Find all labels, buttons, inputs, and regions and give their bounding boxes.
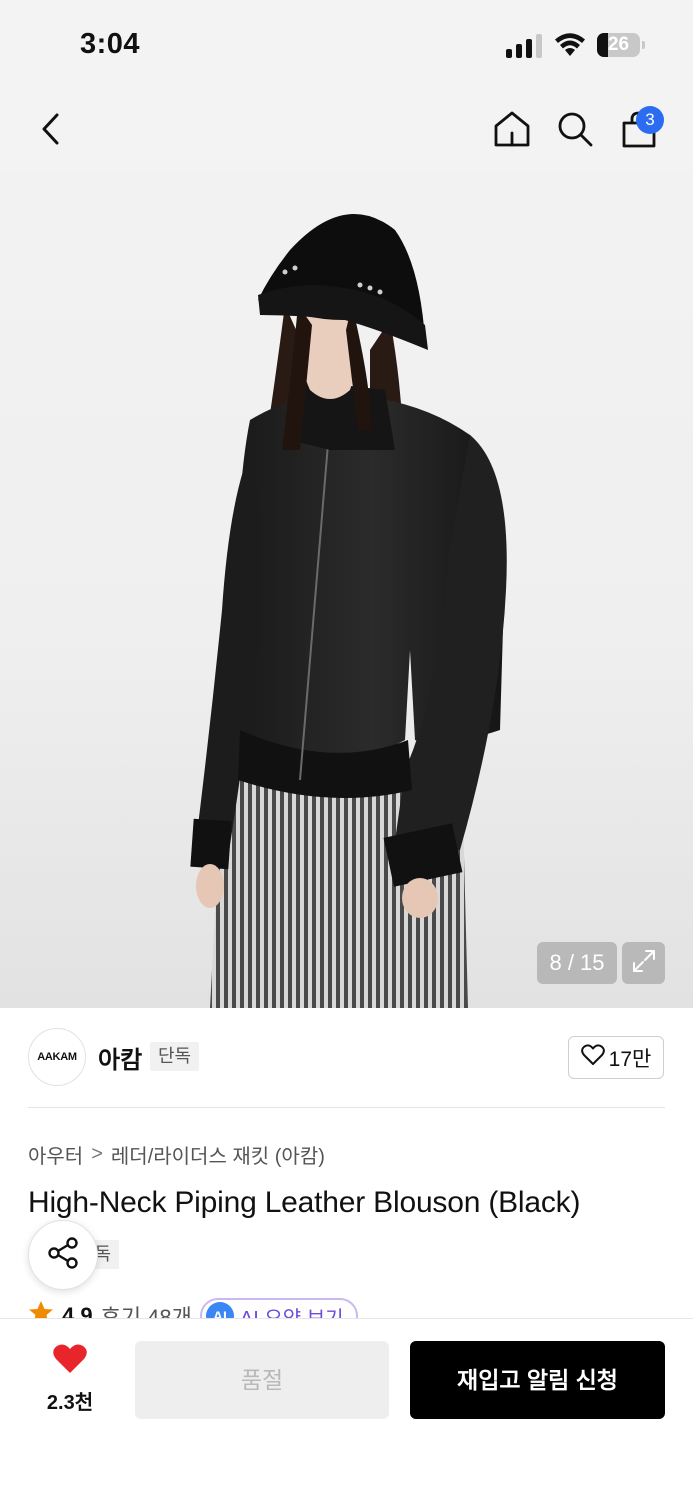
status-time: 3:04 [80,28,141,60]
wishlist-count: 2.3천 [46,1392,94,1414]
battery-percent: 26 [607,34,630,55]
brand-name[interactable]: 아캄 [98,1040,142,1075]
divider [28,1107,665,1108]
search-icon [555,109,595,154]
home-button[interactable] [487,106,537,156]
share-button[interactable] [28,1220,98,1290]
brand-like-button[interactable]: 17만 [568,1036,664,1079]
cart-button[interactable]: 3 [614,106,664,156]
product-image-gallery[interactable]: 8 / 15 [0,90,693,1008]
heart-filled-icon [52,1344,88,1379]
breadcrumb: 아우터 > 레더/라이더스 재킷 (아캄) [28,1140,325,1169]
soldout-button: 품절 [135,1341,389,1419]
search-button[interactable] [550,106,600,156]
chevron-left-icon [38,112,64,151]
expand-image-button[interactable] [622,942,665,984]
brand-row: AAKAM 아캄 단독 17만 [0,1008,693,1108]
brand-logo[interactable]: AAKAM [28,1028,86,1086]
bottom-action-bar: 2.3천 품절 재입고 알림 신청 [0,1318,693,1500]
wishlist-button[interactable]: 2.3천 [30,1343,110,1415]
cellular-signal-icon [506,34,542,58]
restock-alert-button[interactable]: 재입고 알림 신청 [410,1341,665,1419]
status-bar: 3:04 26 [0,0,693,90]
breadcrumb-item-subcategory[interactable]: 레더/라이더스 재킷 (아캄) [111,1140,325,1169]
brand-like-count: 17만 [608,1047,652,1071]
breadcrumb-item-category[interactable]: 아우터 [28,1140,83,1169]
heart-outline-icon [580,1043,605,1072]
image-page-counter: 8 / 15 [537,942,617,984]
exclusive-badge: 단독 [150,1042,200,1071]
wifi-icon [553,32,587,58]
cart-count-badge: 3 [636,106,664,134]
top-nav-bar: 3 [0,90,693,172]
expand-icon [631,948,657,979]
share-icon [45,1235,81,1276]
product-title: High-Neck Piping Leather Blouson (Black) [28,1186,581,1219]
product-photo [190,214,507,1008]
chevron-right-icon: > [91,1143,103,1165]
back-button[interactable] [26,106,76,156]
home-icon [492,109,532,154]
battery-icon: 26 [597,33,645,57]
